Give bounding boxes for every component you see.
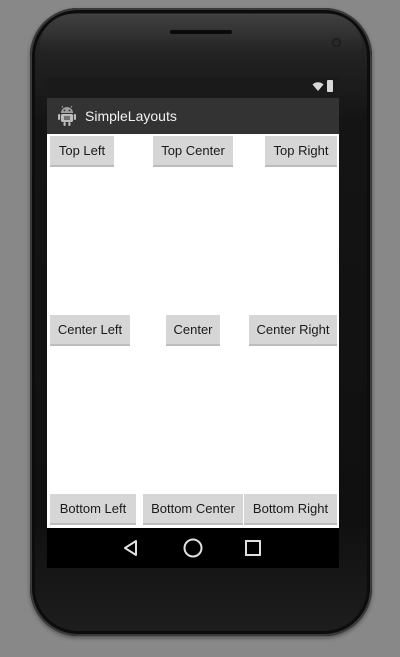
wifi-icon bbox=[312, 82, 324, 91]
home-button[interactable] bbox=[173, 528, 213, 568]
battery-icon bbox=[327, 80, 333, 92]
layout-content: Top Left Top Center Top Right Center Lef… bbox=[47, 134, 339, 528]
back-button[interactable] bbox=[111, 528, 151, 568]
device-screen: SimpleLayouts Top Left Top Center Top Ri… bbox=[47, 77, 339, 568]
status-icons bbox=[312, 80, 333, 92]
recents-icon bbox=[245, 540, 261, 556]
android-robot-icon bbox=[58, 105, 76, 126]
top-right-button[interactable]: Top Right bbox=[265, 136, 337, 167]
back-icon bbox=[124, 540, 137, 556]
center-right-button[interactable]: Center Right bbox=[249, 315, 337, 346]
bottom-center-button[interactable]: Bottom Center bbox=[143, 494, 243, 525]
top-left-button[interactable]: Top Left bbox=[50, 136, 114, 167]
bottom-right-button[interactable]: Bottom Right bbox=[244, 494, 337, 525]
status-bar bbox=[47, 77, 339, 98]
center-left-button[interactable]: Center Left bbox=[50, 315, 130, 346]
emulator-stage: SimpleLayouts Top Left Top Center Top Ri… bbox=[0, 0, 400, 657]
navigation-bar bbox=[47, 528, 339, 568]
bottom-left-button[interactable]: Bottom Left bbox=[50, 494, 136, 525]
recents-button[interactable] bbox=[233, 528, 273, 568]
front-camera bbox=[332, 38, 341, 47]
action-bar: SimpleLayouts bbox=[47, 98, 339, 134]
app-title: SimpleLayouts bbox=[85, 108, 177, 124]
top-center-button[interactable]: Top Center bbox=[153, 136, 233, 167]
bezel-highlight bbox=[40, 14, 362, 54]
earpiece-speaker bbox=[170, 30, 232, 34]
center-button[interactable]: Center bbox=[166, 315, 220, 346]
home-icon bbox=[183, 538, 203, 558]
